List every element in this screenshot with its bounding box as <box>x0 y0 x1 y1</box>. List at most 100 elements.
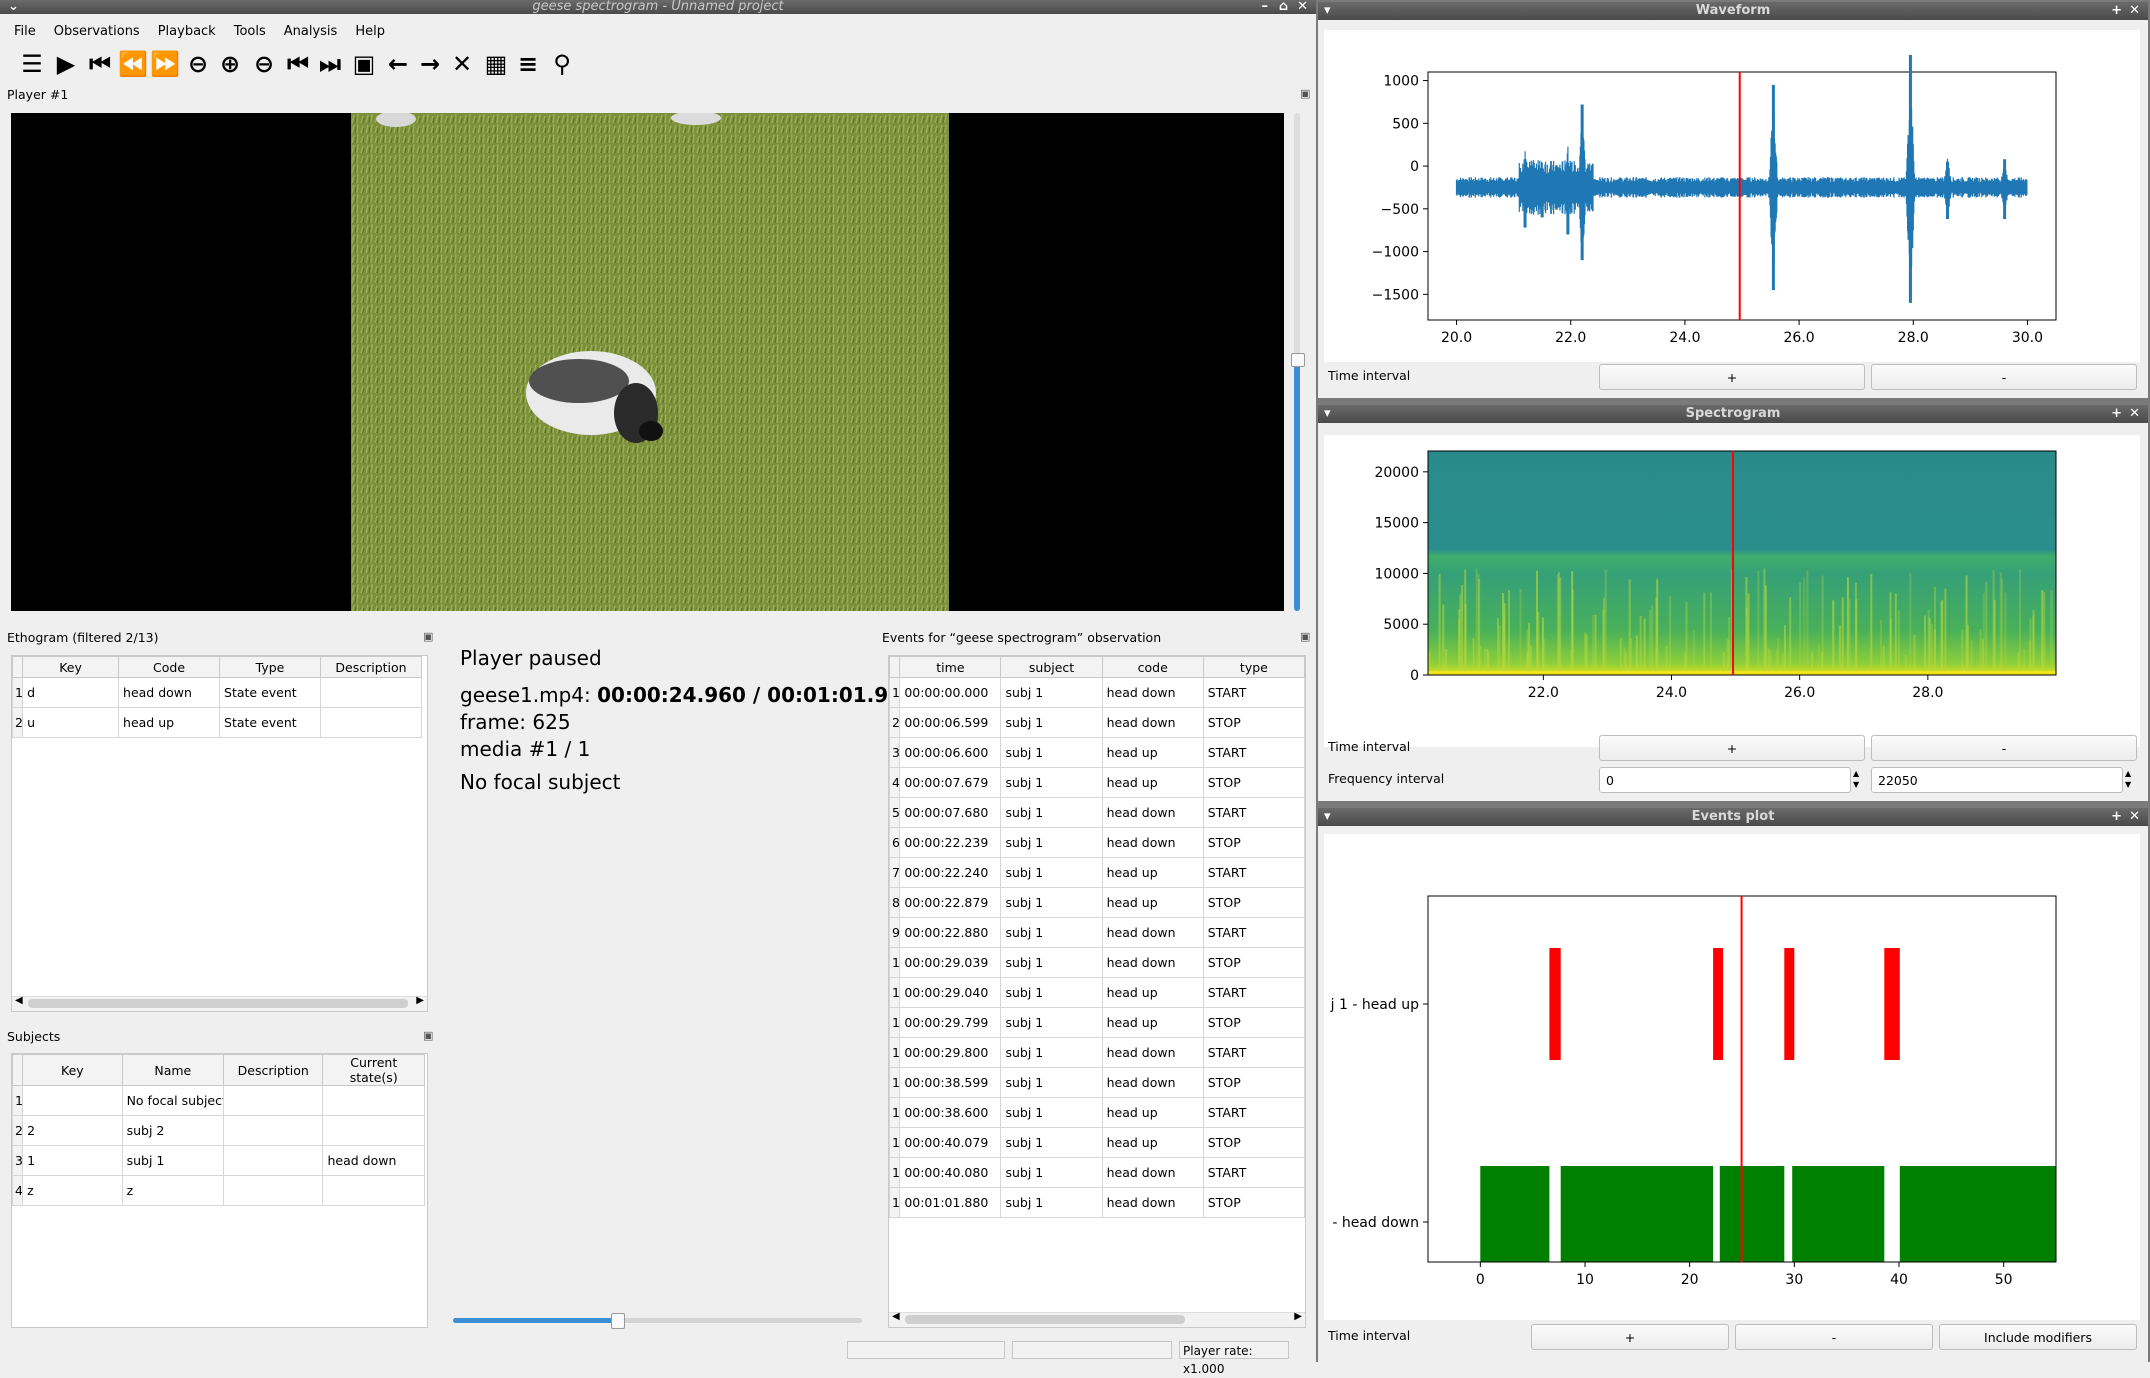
table-row[interactable]: 2 00:00:06.599 subj 1 head down STOP <box>888 707 1306 738</box>
column-header[interactable]: Name <box>121 1054 225 1086</box>
cell-key[interactable]: 1 <box>22 1145 123 1176</box>
cell-code[interactable]: head down <box>1101 917 1204 948</box>
cell-subject[interactable]: subj 1 <box>1000 767 1103 798</box>
cell-code[interactable]: head up <box>1101 857 1204 888</box>
table-icon[interactable]: ▦ <box>482 50 510 78</box>
cell-subject[interactable]: subj 1 <box>1000 1097 1103 1128</box>
table-row[interactable]: 1100:00:29.040subj 1head upSTART <box>888 977 1306 1008</box>
cell-subject[interactable]: subj 1 <box>1000 857 1103 888</box>
cell-code[interactable]: head down <box>1101 947 1204 978</box>
cell-state[interactable] <box>322 1175 425 1206</box>
events-plot-zoom-in-button[interactable]: + <box>1531 1324 1729 1350</box>
slider-handle[interactable] <box>610 1313 625 1329</box>
cell-type[interactable]: START <box>1202 737 1306 768</box>
cell-type[interactable]: STOP <box>1202 1187 1306 1218</box>
cell-subject[interactable]: subj 1 <box>1000 1067 1103 1098</box>
cell-code[interactable]: head up <box>1101 767 1204 798</box>
menu-playback[interactable]: Playback <box>158 24 216 39</box>
menu-analysis[interactable]: Analysis <box>284 24 338 39</box>
minimize-icon[interactable]: – <box>1262 0 1269 14</box>
cell-code[interactable]: head down <box>1101 1187 1204 1218</box>
cell-state[interactable] <box>322 1115 425 1146</box>
table-row[interactable]: 3 00:00:06.600 subj 1 head up START <box>888 737 1306 768</box>
cell-time[interactable]: 00:00:22.240 <box>899 857 1002 888</box>
cell-desc[interactable] <box>320 707 422 738</box>
cell-type[interactable]: STOP <box>1202 1127 1306 1158</box>
cell-subject[interactable]: subj 1 <box>1000 977 1103 1008</box>
cell-code[interactable]: head down <box>1101 677 1204 708</box>
cell-desc[interactable] <box>223 1085 324 1116</box>
cell-type[interactable]: START <box>1202 797 1306 828</box>
include-modifiers-button[interactable]: Include modifiers <box>1939 1324 2137 1350</box>
cell-name[interactable]: z <box>121 1175 225 1206</box>
cell-type[interactable]: STOP <box>1202 827 1306 858</box>
list-icon[interactable]: ☰ <box>18 50 46 78</box>
maximize-icon[interactable]: ⌂ <box>1279 0 1288 14</box>
cell-type[interactable]: START <box>1202 677 1306 708</box>
table-row[interactable]: 5 00:00:07.680 subj 1 head down START <box>888 797 1306 828</box>
minus-circle-icon[interactable]: ⊖ <box>184 50 212 78</box>
table-row[interactable]: 1500:00:38.600subj 1head upSTART <box>888 1097 1306 1128</box>
table-row[interactable]: 1 d head down State event <box>11 677 422 708</box>
spectrogram-titlebar[interactable]: ▾ Spectrogram + ✕ <box>1318 405 2148 423</box>
camera-icon[interactable]: ▣ <box>350 50 378 78</box>
window-menu-icon[interactable]: ⌄ <box>8 0 19 14</box>
subjects-float-icon[interactable]: ▣ <box>423 1029 433 1042</box>
cell-state[interactable]: head down <box>322 1145 425 1176</box>
table-row[interactable]: 1600:00:40.079subj 1head upSTOP <box>888 1127 1306 1158</box>
table-row[interactable]: 1200:00:29.799subj 1head upSTOP <box>888 1007 1306 1038</box>
table-row[interactable]: 1800:01:01.880subj 1head downSTOP <box>888 1187 1306 1218</box>
waveform-titlebar[interactable]: ▾ Waveform + ✕ <box>1318 2 2148 20</box>
cell-time[interactable]: 00:01:01.880 <box>899 1187 1002 1218</box>
cell-desc[interactable] <box>223 1145 324 1176</box>
cell-time[interactable]: 00:00:07.680 <box>899 797 1002 828</box>
player-volume-slider[interactable] <box>1291 113 1305 611</box>
cell-time[interactable]: 00:00:07.679 <box>899 767 1002 798</box>
cell-type[interactable]: START <box>1202 917 1306 948</box>
cell-time[interactable]: 00:00:22.880 <box>899 917 1002 948</box>
search-icon[interactable]: ⚲ <box>548 50 576 78</box>
events-plot-close-icon[interactable]: ✕ <box>2129 808 2140 826</box>
spectrogram-menu-icon[interactable]: ▾ <box>1324 405 1331 423</box>
cell-time[interactable]: 00:00:40.080 <box>899 1157 1002 1188</box>
table-row[interactable]: 1000:00:29.039subj 1head downSTOP <box>888 947 1306 978</box>
cell-subject[interactable]: subj 1 <box>1000 947 1103 978</box>
column-header[interactable]: Description <box>223 1054 324 1086</box>
cell-key[interactable]: u <box>22 707 120 738</box>
column-header[interactable]: time <box>899 656 1002 678</box>
column-header[interactable]: Key <box>22 656 120 678</box>
frequency-min-input[interactable]: 0 <box>1599 767 1851 793</box>
cell-type[interactable]: START <box>1202 857 1306 888</box>
table-row[interactable]: 1400:00:38.599subj 1head downSTOP <box>888 1067 1306 1098</box>
events-hscrollbar[interactable]: ◀ ▶ <box>889 1311 1305 1327</box>
cell-type[interactable]: STOP <box>1202 887 1306 918</box>
cell-subject[interactable]: subj 1 <box>1000 1037 1103 1068</box>
ethogram-hscrollbar[interactable]: ◀ ▶ <box>12 995 427 1011</box>
table-row[interactable]: 2 u head up State event <box>11 707 422 738</box>
cell-time[interactable]: 00:00:06.600 <box>899 737 1002 768</box>
cell-subject[interactable]: subj 1 <box>1000 1157 1103 1188</box>
column-header[interactable]: code <box>1101 656 1204 678</box>
spectrogram-close-icon[interactable]: ✕ <box>2129 405 2140 423</box>
cell-subject[interactable]: subj 1 <box>1000 1007 1103 1038</box>
table-row[interactable]: 7 00:00:22.240 subj 1 head up START <box>888 857 1306 888</box>
cell-subject[interactable]: subj 1 <box>1000 1127 1103 1158</box>
waveform-maximize-icon[interactable]: + <box>2111 2 2122 20</box>
cell-subject[interactable]: subj 1 <box>1000 797 1103 828</box>
events-plot-zoom-out-button[interactable]: - <box>1735 1324 1933 1350</box>
cell-subject[interactable]: subj 1 <box>1000 1187 1103 1218</box>
waveform-menu-icon[interactable]: ▾ <box>1324 2 1331 20</box>
play-icon[interactable]: ▶ <box>52 50 80 78</box>
table-row[interactable]: 1300:00:29.800subj 1head downSTART <box>888 1037 1306 1068</box>
cell-type[interactable]: STOP <box>1202 707 1306 738</box>
cell-key[interactable] <box>22 1085 123 1116</box>
cell-code[interactable]: head down <box>1101 827 1204 858</box>
skip-start-icon[interactable]: ⏮ <box>86 50 114 78</box>
column-header[interactable]: Current state(s) <box>322 1054 425 1086</box>
waveform-close-icon[interactable]: ✕ <box>2129 2 2140 20</box>
cell-time[interactable]: 00:00:00.000 <box>899 677 1002 708</box>
plus-circle-icon[interactable]: ⊕ <box>216 50 244 78</box>
cell-type[interactable]: STOP <box>1202 1007 1306 1038</box>
cell-code[interactable]: head down <box>1101 797 1204 828</box>
cell-time[interactable]: 00:00:29.040 <box>899 977 1002 1008</box>
